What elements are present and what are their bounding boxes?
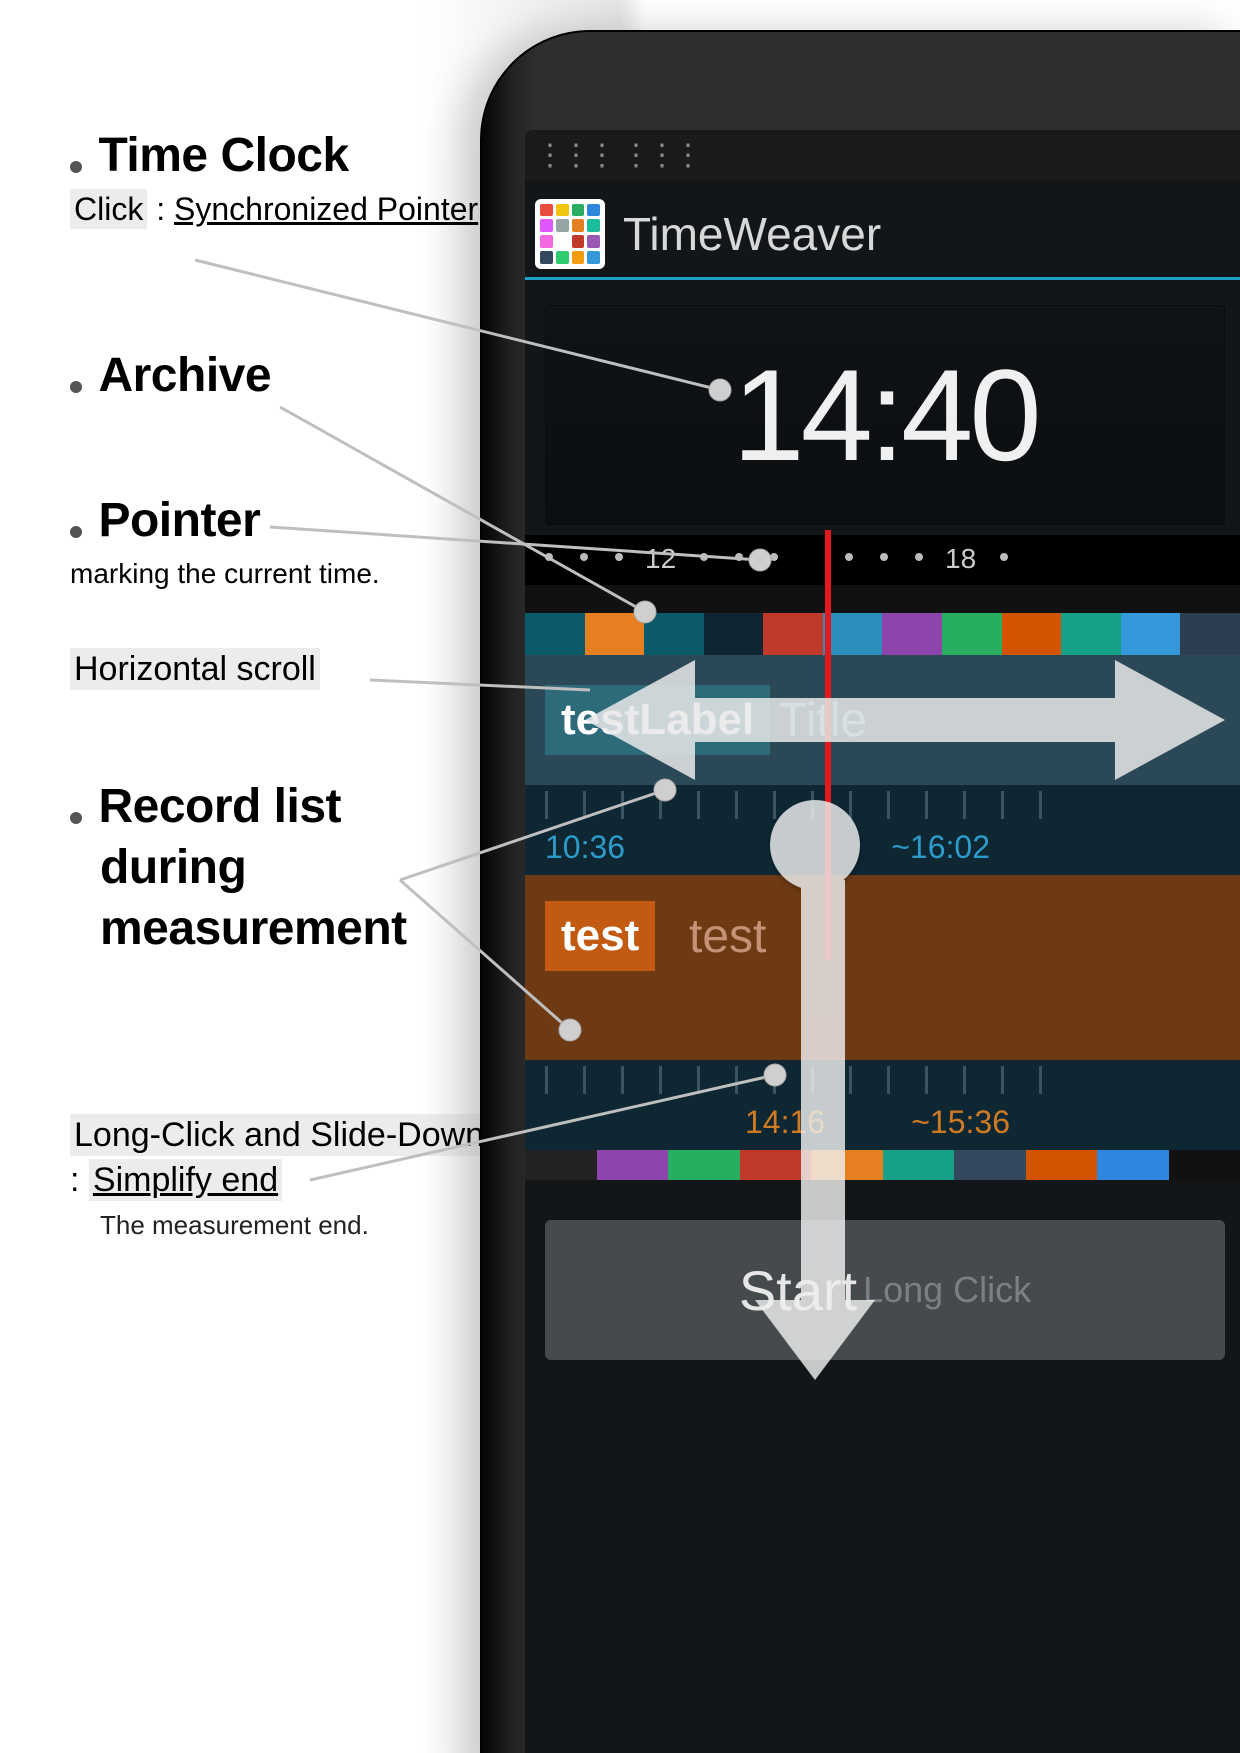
horizontal-scroll-arrows-icon <box>585 650 1225 790</box>
color-bar <box>525 1150 1240 1180</box>
callout-title-l3: measurement <box>100 901 500 956</box>
record-badge: test <box>545 901 655 971</box>
record-row-3-header: 14:16 ~15:36 <box>525 1060 1240 1150</box>
slide-note: The measurement end. <box>100 1210 500 1241</box>
callout-desc: marking the current time. <box>70 558 500 590</box>
callout-title: Pointer <box>98 494 260 547</box>
click-label: Click <box>70 189 147 229</box>
ruler-label: 12 <box>645 543 676 575</box>
click-desc: Synchronized Pointer <box>174 191 478 227</box>
callout-archive: Archive <box>70 348 500 403</box>
annotated-screenshot: Time Clock Click : Synchronized Pointer … <box>0 0 1240 1753</box>
clock-display[interactable]: 14:40 <box>545 305 1225 525</box>
status-icon: ⋮⋮⋮ <box>621 138 699 173</box>
slide-effect: Simplify end <box>89 1159 282 1201</box>
callout-title-l2: during <box>100 840 500 895</box>
time-start: 10:36 <box>545 829 625 866</box>
bullet-icon <box>70 812 82 824</box>
bullet-icon <box>70 381 82 393</box>
time-ruler[interactable]: 12 18 <box>525 535 1240 585</box>
callout-title: Time Clock <box>98 129 348 182</box>
app-logo-icon <box>535 199 605 269</box>
time-end: ~16:02 <box>891 829 990 866</box>
bullet-icon <box>70 161 82 173</box>
callout-slide-down: Long-Click and Slide-Down : Simplify end… <box>70 1116 500 1241</box>
callout-column: Time Clock Click : Synchronized Pointer … <box>70 128 500 1241</box>
archive-strip[interactable] <box>525 585 1240 655</box>
bullet-icon <box>70 526 82 538</box>
record-row-2-header: 10:36 ~16:02 <box>525 785 1240 875</box>
slide-action: Long-Click and Slide-Down <box>70 1114 488 1156</box>
callout-pointer: Pointer marking the current time. <box>70 493 500 590</box>
start-button[interactable]: Start Long Click <box>545 1220 1225 1360</box>
phone-screen: ⋮⋮⋮ ⋮⋮⋮ TimeWeaver 14:40 12 18 <box>525 130 1240 1753</box>
hscroll-label: Horizontal scroll <box>70 648 320 690</box>
callout-subline: Click : Synchronized Pointer <box>70 191 500 228</box>
app-header: TimeWeaver <box>525 190 1240 280</box>
callout-record-list: Record list during measurement <box>70 779 500 956</box>
status-icon: ⋮⋮⋮ <box>535 138 613 173</box>
status-bar: ⋮⋮⋮ ⋮⋮⋮ <box>525 130 1240 180</box>
ruler-label: 18 <box>945 543 976 575</box>
slide-down-arrow-icon <box>770 800 875 1380</box>
callout-hscroll: Horizontal scroll <box>70 650 500 689</box>
record-title: test <box>689 909 766 964</box>
callout-time-clock: Time Clock Click : Synchronized Pointer <box>70 128 500 228</box>
app-name: TimeWeaver <box>623 207 881 261</box>
callout-title-l1: Record list <box>98 780 341 833</box>
time-end: ~15:36 <box>911 1104 1010 1141</box>
start-hint: Long Click <box>863 1269 1031 1311</box>
record-row-2[interactable]: test test <box>525 875 1240 1060</box>
callout-title: Archive <box>98 349 271 402</box>
clock-time: 14:40 <box>732 340 1037 490</box>
